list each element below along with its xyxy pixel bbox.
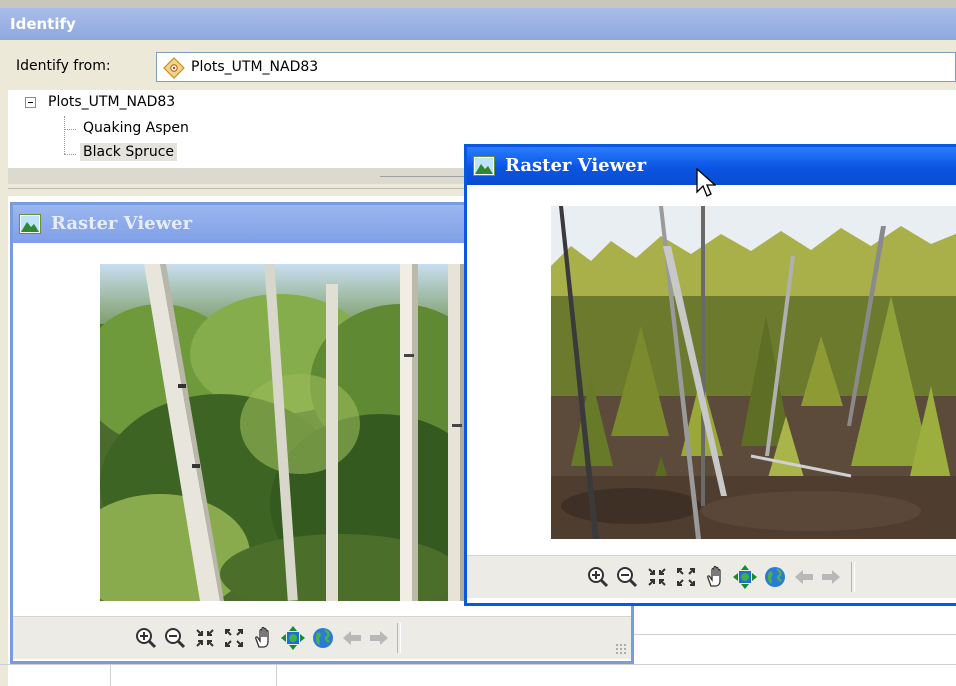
- divider: [380, 176, 470, 177]
- grid-line: [276, 664, 277, 686]
- fixed-zoom-in-icon[interactable]: [645, 565, 669, 589]
- identify-from-label: Identify from:: [16, 58, 111, 74]
- top-strip: [0, 0, 956, 8]
- tree-connector: [64, 116, 65, 154]
- raster-viewer-title: Raster Viewer: [51, 213, 193, 234]
- pan-icon[interactable]: [252, 626, 276, 650]
- raster-viewer-window-front[interactable]: Raster Viewer: [464, 144, 956, 606]
- tree-root-layer[interactable]: Plots_UTM_NAD83: [48, 94, 175, 110]
- raster-viewer-toolbar: [13, 616, 631, 659]
- forward-arrow-icon[interactable]: [819, 565, 843, 589]
- raster-image-icon: [473, 156, 495, 176]
- identify-window-title: Identify: [0, 8, 956, 40]
- grid-line: [0, 664, 956, 665]
- forward-arrow-icon[interactable]: [367, 626, 391, 650]
- zoom-in-icon[interactable]: [586, 565, 610, 589]
- toolbar-separator: [851, 562, 855, 592]
- aspen-forest-photo: [100, 264, 476, 601]
- fixed-zoom-in-icon[interactable]: [193, 626, 217, 650]
- fixed-zoom-out-icon[interactable]: [222, 626, 246, 650]
- mouse-cursor-icon: [696, 168, 716, 197]
- black-spruce-bog-photo: [551, 206, 956, 539]
- globe-icon[interactable]: [311, 626, 335, 650]
- identify-from-dropdown[interactable]: Plots_UTM_NAD83: [156, 52, 956, 82]
- tree-connector: [64, 154, 76, 155]
- tree-collapse-icon[interactable]: [25, 97, 36, 108]
- back-arrow-icon[interactable]: [792, 565, 816, 589]
- grid-line: [110, 664, 111, 686]
- zoom-in-icon[interactable]: [134, 626, 158, 650]
- toolbar-separator: [397, 623, 401, 653]
- globe-icon[interactable]: [763, 565, 787, 589]
- fixed-zoom-out-icon[interactable]: [674, 565, 698, 589]
- full-extent-icon[interactable]: [733, 565, 757, 589]
- raster-viewer-title: Raster Viewer: [505, 155, 647, 176]
- pan-icon[interactable]: [704, 565, 728, 589]
- identify-from-value: Plots_UTM_NAD83: [191, 59, 319, 75]
- zoom-out-icon[interactable]: [615, 565, 639, 589]
- resize-grip[interactable]: [615, 643, 627, 655]
- full-extent-icon[interactable]: [281, 626, 305, 650]
- raster-viewer-toolbar: [467, 555, 956, 598]
- back-arrow-icon[interactable]: [340, 626, 364, 650]
- tree-item-quaking-aspen[interactable]: Quaking Aspen: [80, 119, 192, 137]
- tree-connector: [64, 129, 76, 130]
- zoom-out-icon[interactable]: [163, 626, 187, 650]
- raster-image-icon: [19, 214, 41, 234]
- tree-item-black-spruce[interactable]: Black Spruce: [80, 143, 178, 161]
- point-layer-icon: [163, 57, 185, 79]
